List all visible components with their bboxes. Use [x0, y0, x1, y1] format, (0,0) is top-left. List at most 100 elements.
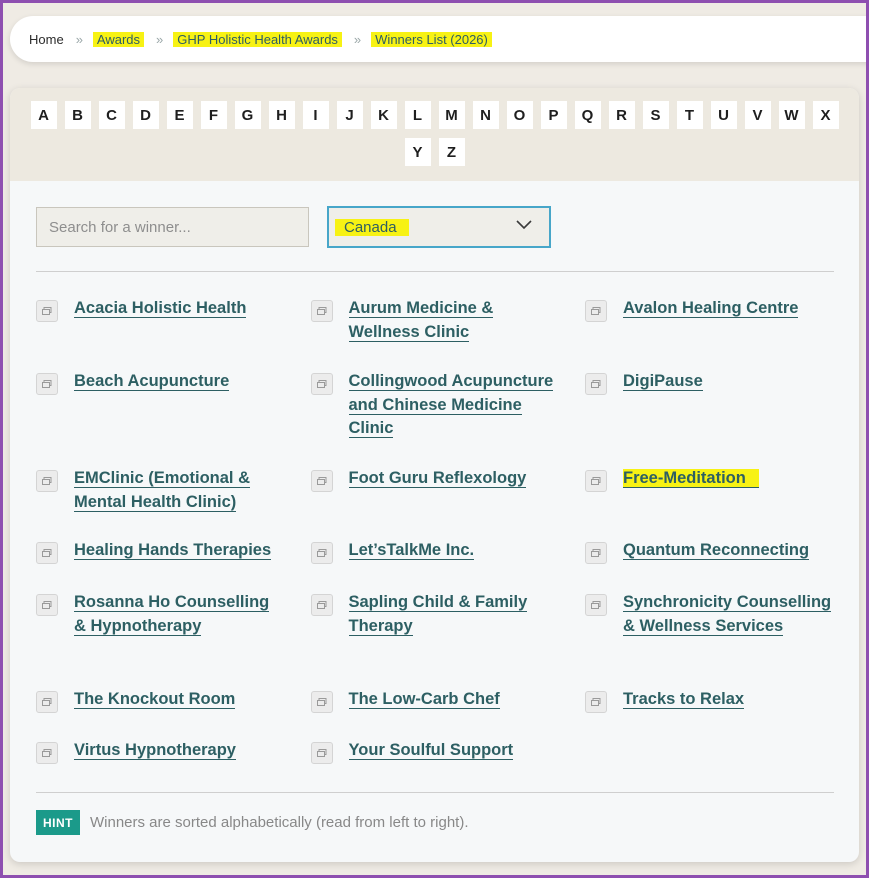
winner-item: Rosanna Ho Counselling & Hypnotherapy	[36, 591, 311, 638]
winner-link[interactable]: EMClinic (Emotional & Mental Health Clin…	[74, 467, 284, 514]
letter-filter-y[interactable]: Y	[404, 138, 431, 166]
image-placeholder-icon	[585, 542, 607, 564]
winner-item: Virtus Hypnotherapy	[36, 739, 311, 764]
letter-filter-l[interactable]: L	[404, 101, 431, 129]
winner-item: Tracks to Relax	[585, 688, 859, 713]
winner-link[interactable]: Aurum Medicine & Wellness Clinic	[348, 297, 559, 344]
winners-row: Rosanna Ho Counselling & Hypnotherapy Sap…	[36, 591, 859, 638]
winner-link[interactable]: Virtus Hypnotherapy	[74, 739, 284, 763]
winner-link[interactable]: The Low-Carb Chef	[348, 688, 559, 712]
image-placeholder-icon	[36, 594, 58, 616]
letter-filter-v[interactable]: V	[744, 101, 771, 129]
hint: HINT Winners are sorted alphabetically (…	[36, 810, 469, 835]
hint-text: Winners are sorted alphabetically (read …	[90, 814, 469, 831]
winner-name: The Knockout Room	[74, 690, 236, 709]
breadcrumb-awards[interactable]: Awards	[92, 31, 145, 47]
winner-link[interactable]: DigiPause	[623, 370, 833, 394]
letter-filter-k[interactable]: K	[370, 101, 397, 129]
letter-filter-m[interactable]: M	[438, 101, 465, 129]
winner-item: Beach Acupuncture	[36, 370, 311, 441]
letter-filter-j[interactable]: J	[336, 101, 363, 129]
winner-link[interactable]: The Knockout Room	[74, 688, 284, 712]
winners-row: EMClinic (Emotional & Mental Health Clin…	[36, 467, 859, 514]
letter-filter-g[interactable]: G	[234, 101, 261, 129]
winner-item: Acacia Holistic Health	[36, 297, 311, 344]
letter-filter-n[interactable]: N	[472, 101, 499, 129]
winner-link[interactable]: Acacia Holistic Health	[74, 297, 284, 321]
winner-link[interactable]: Rosanna Ho Counselling & Hypnotherapy	[74, 591, 284, 638]
alphabet-filter: ABCDEFGHIJKLMNOPQRSTUVWX YZ	[10, 88, 859, 181]
winner-name: Synchronicity Counselling & Wellness Ser…	[623, 593, 832, 636]
winner-link[interactable]: Foot Guru Reflexology	[348, 467, 559, 491]
winner-link[interactable]: Your Soulful Support	[348, 739, 559, 763]
winner-item: The Low-Carb Chef	[310, 688, 586, 713]
letter-filter-x[interactable]: X	[812, 101, 839, 129]
letter-filter-a[interactable]: A	[30, 101, 57, 129]
filter-bar: Canada	[36, 206, 551, 248]
winner-name: EMClinic (Emotional & Mental Health Clin…	[74, 469, 251, 512]
winner-link[interactable]: Sapling Child & Family Therapy	[348, 591, 559, 638]
winner-link[interactable]: Let’sTalkMe Inc.	[348, 539, 559, 563]
winner-name: DigiPause	[623, 372, 703, 391]
letter-filter-h[interactable]: H	[268, 101, 295, 129]
winner-name: Virtus Hypnotherapy	[74, 741, 236, 760]
breadcrumb-home[interactable]: Home	[29, 32, 64, 47]
image-placeholder-icon	[310, 470, 333, 492]
letter-filter-o[interactable]: O	[506, 101, 533, 129]
winner-name: Rosanna Ho Counselling & Hypnotherapy	[74, 593, 270, 636]
winner-link[interactable]: Healing Hands Therapies	[74, 539, 284, 563]
winner-link[interactable]: Quantum Reconnecting	[623, 539, 833, 563]
winner-name: Tracks to Relax	[623, 690, 745, 709]
winner-item: Aurum Medicine & Wellness Clinic	[310, 297, 586, 344]
letter-filter-p[interactable]: P	[540, 101, 567, 129]
letter-filter-z[interactable]: Z	[438, 138, 465, 166]
image-placeholder-icon	[585, 470, 607, 492]
letter-filter-f[interactable]: F	[200, 101, 227, 129]
letter-filter-t[interactable]: T	[676, 101, 703, 129]
winner-name: Acacia Holistic Health	[74, 299, 247, 318]
winner-link[interactable]: Collingwood Acupuncture and Chinese Medi…	[348, 370, 559, 441]
winners-card: ABCDEFGHIJKLMNOPQRSTUVWX YZ Canada Acacia…	[10, 88, 859, 862]
letter-filter-q[interactable]: Q	[574, 101, 601, 129]
letter-filter-i[interactable]: I	[302, 101, 329, 129]
winner-item: Synchronicity Counselling & Wellness Ser…	[585, 591, 859, 638]
winner-name: Let’sTalkMe Inc.	[348, 541, 475, 560]
divider	[36, 792, 834, 793]
image-placeholder-icon	[310, 542, 333, 564]
winner-link[interactable]: Synchronicity Counselling & Wellness Ser…	[623, 591, 833, 638]
letter-filter-s[interactable]: S	[642, 101, 669, 129]
winner-item: Let’sTalkMe Inc.	[310, 539, 586, 564]
winner-item: Sapling Child & Family Therapy	[310, 591, 586, 638]
country-select[interactable]: Canada	[327, 206, 551, 248]
letter-filter-b[interactable]: B	[64, 101, 91, 129]
winner-link[interactable]: Beach Acupuncture	[74, 370, 284, 394]
winner-item: Free-Meditation	[585, 467, 859, 514]
image-placeholder-icon	[310, 594, 333, 616]
winners-row: The Knockout Room The Low-Carb Chef Tracks…	[36, 688, 859, 713]
search-input[interactable]	[36, 207, 309, 247]
letter-filter-u[interactable]: U	[710, 101, 737, 129]
breadcrumb-program[interactable]: GHP Holistic Health Awards	[173, 31, 342, 47]
winners-row: Beach Acupuncture Collingwood Acupuncture…	[36, 370, 859, 441]
image-placeholder-icon	[585, 594, 607, 616]
winner-link[interactable]: Avalon Healing Centre	[623, 297, 833, 321]
winner-link[interactable]: Free-Meditation	[623, 467, 833, 491]
breadcrumb-separator: »	[156, 31, 164, 47]
image-placeholder-icon	[310, 373, 333, 395]
breadcrumb-separator: »	[75, 31, 83, 47]
winner-item: Foot Guru Reflexology	[310, 467, 586, 514]
letter-filter-r[interactable]: R	[608, 101, 635, 129]
winner-name: Avalon Healing Centre	[623, 299, 799, 318]
letter-filter-e[interactable]: E	[166, 101, 193, 129]
winner-link[interactable]: Tracks to Relax	[623, 688, 833, 712]
winners-row: Healing Hands Therapies Let’sTalkMe Inc. Q…	[36, 539, 859, 564]
divider	[36, 271, 834, 272]
letter-filter-c[interactable]: C	[98, 101, 125, 129]
image-placeholder-icon	[585, 691, 607, 713]
winner-name: The Low-Carb Chef	[348, 690, 500, 709]
letter-filter-w[interactable]: W	[778, 101, 805, 129]
winner-name: Foot Guru Reflexology	[348, 469, 527, 488]
winner-item: Healing Hands Therapies	[36, 539, 311, 564]
winner-item: Quantum Reconnecting	[585, 539, 859, 564]
letter-filter-d[interactable]: D	[132, 101, 159, 129]
